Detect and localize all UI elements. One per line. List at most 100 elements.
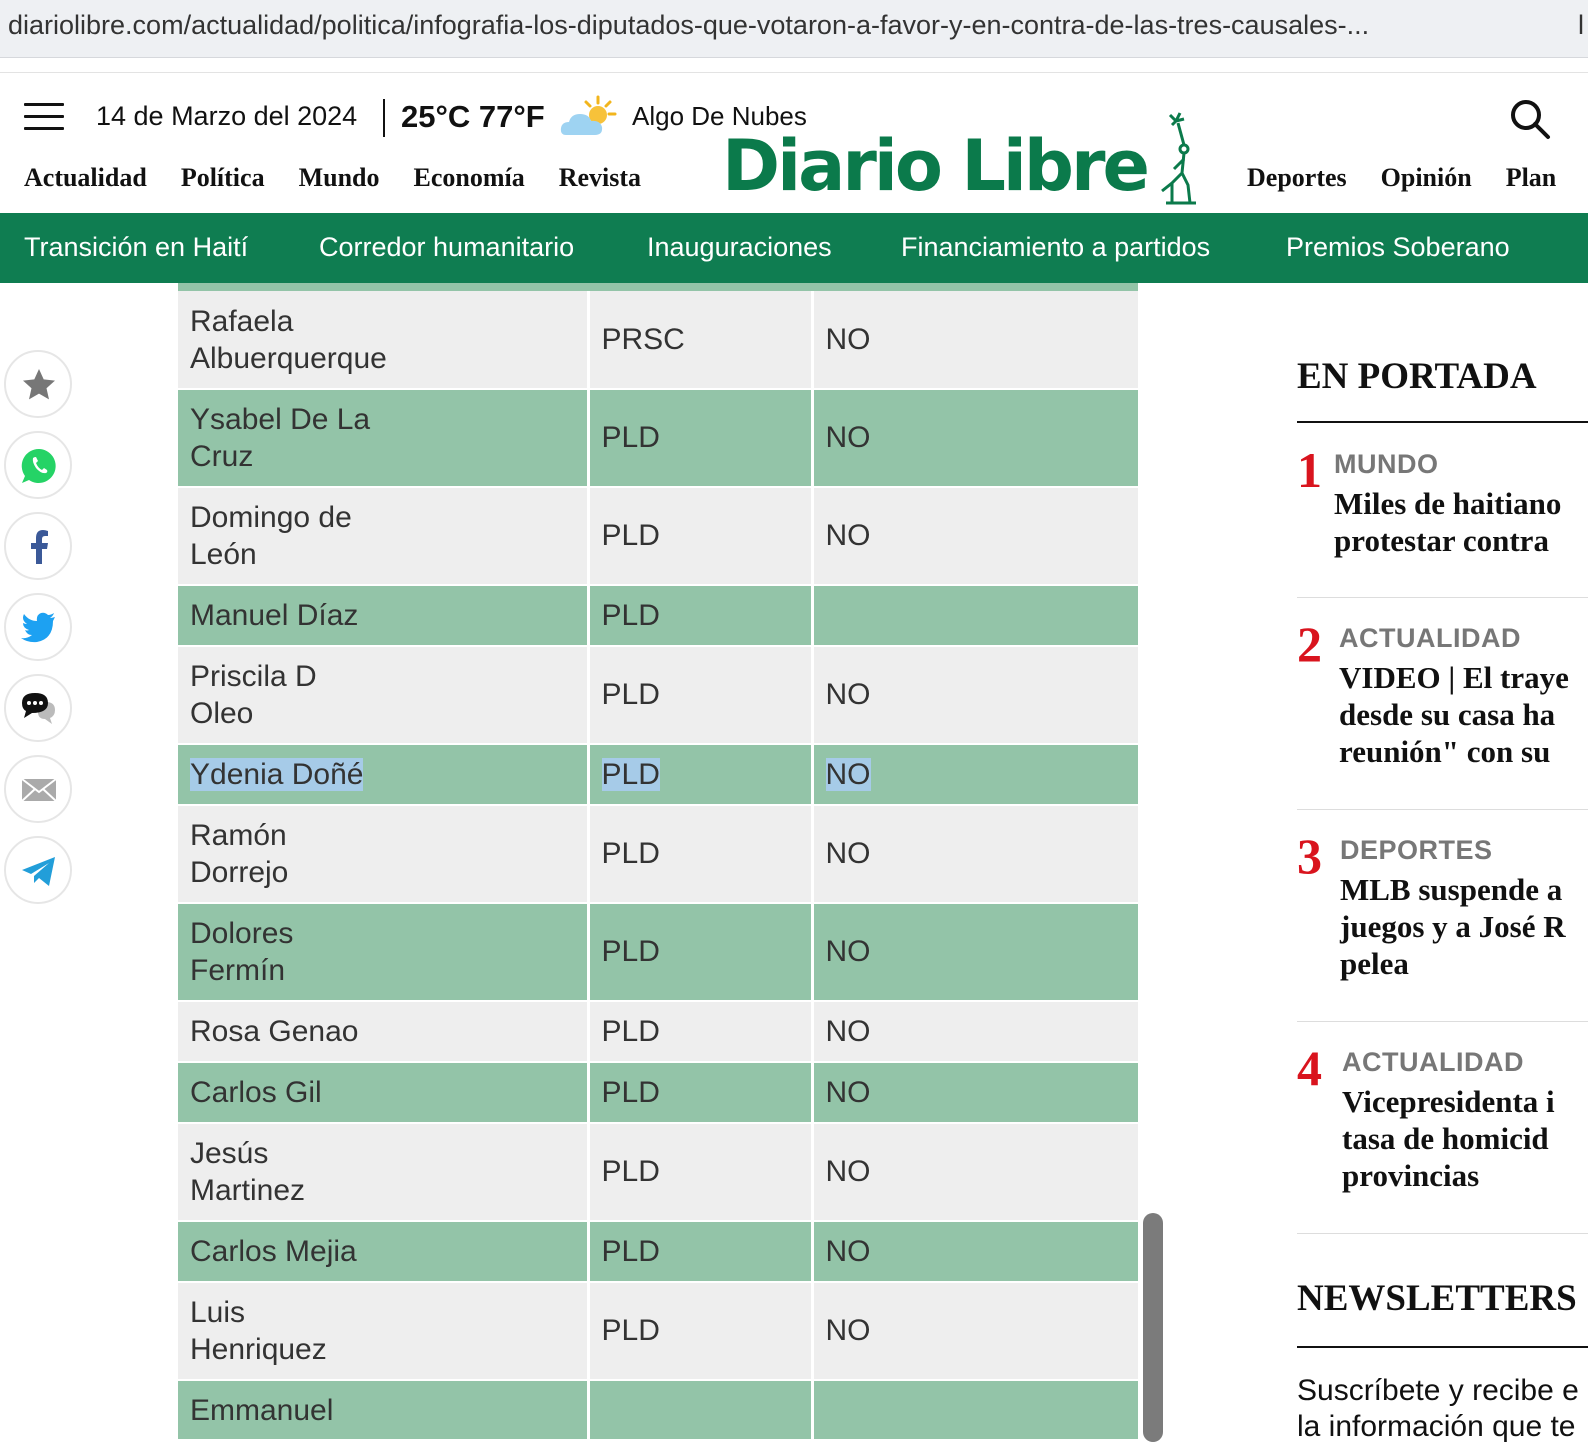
party-text: PLD [601,519,660,552]
vote-text: NO [825,1014,871,1048]
table-row: Carlos Mejia PLD NO [178,1221,1138,1283]
party-cell: PLD [588,1221,814,1283]
table-row: Jesús Martinez PLD NO [178,1123,1138,1222]
story-headline[interactable]: Miles de haitiano [1334,485,1561,522]
vote-table: Rafaela Albuerquerque PRSC NO Ysabel De La Cr… [178,291,1138,1441]
story-headline[interactable]: tasa de homicid [1342,1120,1549,1157]
story-headline[interactable]: desde su casa ha [1339,696,1555,733]
deputy-name-line: Luis [190,1296,246,1329]
nav-revista[interactable]: Revista [559,163,641,192]
deputy-name-line: Carlos Gil [190,1076,322,1109]
deputy-name-line: Ydenia Doñé [190,756,575,793]
table-row: Ydenia Doñé PLD NO [178,744,1138,806]
newsletters-line: la información que te [1297,1410,1576,1442]
share-facebook-button[interactable] [4,512,72,580]
story-category[interactable]: ACTUALIDAD [1342,1047,1524,1078]
nav-politica[interactable]: Política [181,163,265,192]
main-nav-right: Deportes Opinión Plan [1247,163,1588,193]
header-divider [383,99,385,137]
share-twitter-button[interactable] [4,593,72,661]
share-telegram-button[interactable] [4,836,72,904]
url-text[interactable]: diariolibre.com/actualidad/politica/info… [8,10,1369,41]
party-cell: PLD [588,903,814,1002]
comments-button[interactable] [4,674,72,742]
vote-text: NO [825,519,871,552]
share-email-button[interactable] [4,755,72,823]
deputy-name-cell: Ysabel De La Cruz [178,389,590,488]
party-text: PLD [601,421,660,454]
topic-transicion-haiti[interactable]: Transición en Haití [24,232,248,263]
vote-cell: NO [812,646,1138,745]
deputy-name-cell: Ydenia Doñé [178,744,590,806]
party-cell: PLD [588,744,814,806]
statue-logo-icon [1161,112,1196,205]
story-category[interactable]: MUNDO [1334,449,1439,480]
story-divider [1297,809,1588,810]
vote-cell: NO [812,1282,1138,1381]
email-icon [21,778,57,802]
nav-mundo[interactable]: Mundo [299,163,380,192]
topic-premios-soberano[interactable]: Premios Soberano [1286,232,1510,263]
table-scrollbar-thumb[interactable] [1143,1213,1163,1442]
browser-url-bar[interactable]: diariolibre.com/actualidad/politica/info… [0,0,1588,58]
header-date: 14 de Marzo del 2024 [96,101,358,131]
nav-opinion[interactable]: Opinión [1381,163,1472,192]
deputy-name-line: Dolores [190,917,294,950]
header-temperature: 25°C 77°F [401,99,545,134]
deputy-name-line: Cruz [190,440,254,473]
nav-deportes[interactable]: Deportes [1247,163,1347,192]
party-text: PLD [601,757,660,791]
party-text: PLD [601,678,660,711]
url-overflow-text: l [1578,10,1584,40]
table-row: Ysabel De La Cruz PLD NO [178,389,1138,488]
rank-number: 2 [1297,616,1322,672]
story-category[interactable]: ACTUALIDAD [1339,623,1521,654]
table-row: Emmanuel [178,1380,1138,1441]
deputy-name-cell: Manuel Díaz [178,585,590,647]
deputy-name-line: Oleo [190,697,254,730]
story-headline[interactable]: protestar contra [1334,522,1549,559]
story-divider [1297,1021,1588,1022]
nav-plan[interactable]: Plan [1506,163,1557,192]
story-headline[interactable]: MLB suspende a [1340,871,1562,908]
nav-economia[interactable]: Economía [414,163,525,192]
hamburger-menu-icon[interactable] [24,103,64,131]
deputy-name-line: Ramón [190,819,287,852]
site-logo[interactable]: Diario Libre [722,112,1202,213]
site-header: 14 de Marzo del 2024 25°C 77°F Algo De N… [0,72,1588,214]
vote-text: NO [825,1314,871,1347]
deputy-name-line: Emmanuel [190,1393,334,1427]
newsletters-text: Suscríbete y recibe e la información que… [1297,1373,1579,1442]
party-cell: PLD [588,1062,814,1124]
save-favorite-button[interactable] [4,350,72,418]
newsletters-line: Suscríbete y recibe e [1297,1374,1579,1407]
story-headline[interactable]: reunión" con su [1339,733,1550,770]
story-headline[interactable]: Vicepresidenta i [1342,1083,1555,1120]
share-whatsapp-button[interactable] [4,431,72,499]
story-headline[interactable]: juegos y a José R [1340,908,1566,945]
party-cell: PLD [588,389,814,488]
party-text: PLD [601,837,660,870]
table-row: Dolores Fermín PLD NO [178,903,1138,1002]
vote-cell: NO [812,744,1138,806]
logo-text: Diario Libre [722,125,1150,207]
topic-financiamiento-partidos[interactable]: Financiamiento a partidos [901,232,1210,263]
story-headline[interactable]: provincias [1342,1157,1479,1194]
newsletters-heading: NEWSLETTERS [1297,1278,1577,1319]
deputy-name-cell: Dolores Fermín [178,903,590,1002]
story-category[interactable]: DEPORTES [1340,835,1493,866]
story-headline[interactable]: pelea [1340,945,1409,982]
telegram-icon [22,857,55,886]
topic-inauguraciones[interactable]: Inauguraciones [647,232,832,263]
search-icon[interactable] [1508,97,1552,141]
deputy-name-cell: Ramón Dorrejo [178,805,590,904]
vote-text: NO [825,1155,871,1188]
deputy-name-line: Martinez [190,1174,306,1207]
twitter-icon [21,612,55,643]
story-headline[interactable]: VIDEO | El traye [1339,659,1569,696]
vote-text: NO [825,1234,871,1268]
topic-corredor-humanitario[interactable]: Corredor humanitario [319,232,574,263]
nav-actualidad[interactable]: Actualidad [24,163,147,192]
party-text: PRSC [601,322,685,356]
vote-cell: NO [812,487,1138,586]
